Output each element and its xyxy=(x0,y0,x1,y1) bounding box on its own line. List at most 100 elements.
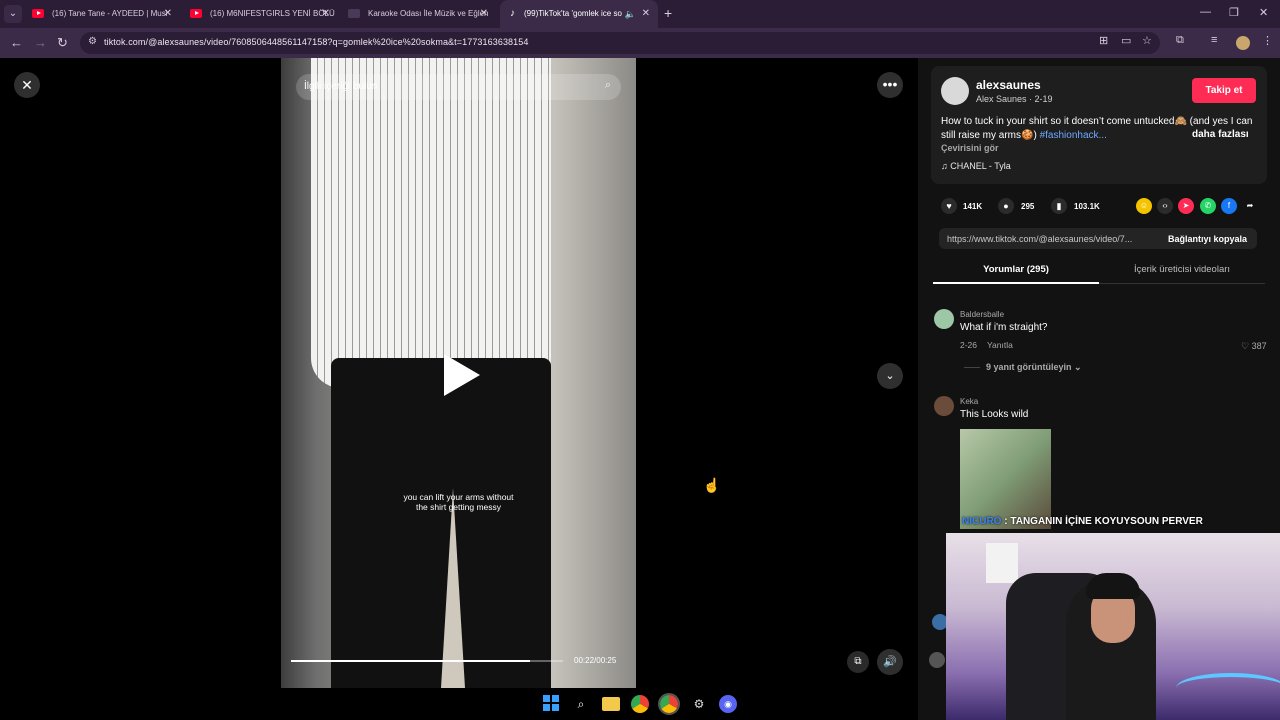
profile-avatar[interactable] xyxy=(1236,36,1250,50)
hashtag-link[interactable]: #fashionhack... xyxy=(1040,130,1107,141)
browser-tab-active[interactable]: ♪ (99)TikTok'ta 'gomlek ice so 🔈 ✕ xyxy=(500,0,658,28)
tab-strip: ⌄ (16) Tane Tane - AYDEED | Musi ✕ (16) … xyxy=(0,0,1280,28)
discord-icon[interactable]: ◉ xyxy=(719,695,737,713)
tab-title: (99)TikTok'ta 'gomlek ice so xyxy=(524,9,622,18)
video-time: 00:22/00:25 xyxy=(574,656,617,665)
gear-icon[interactable]: ⚙ xyxy=(690,695,708,713)
close-icon[interactable]: ✕ xyxy=(14,72,40,98)
webcam-overlay xyxy=(946,533,1280,720)
youtube-icon xyxy=(190,9,202,18)
comment-username[interactable]: Keka xyxy=(960,397,978,406)
share-arrow-icon[interactable]: ➦ xyxy=(1242,198,1258,214)
comment-username[interactable]: Baldersballe xyxy=(960,310,1004,319)
browser-tab[interactable]: (16) M6NIFESTGIRLS YENİ BÖLÜ ✕ xyxy=(180,0,338,28)
chevron-down-icon[interactable]: ⌄ xyxy=(877,363,903,389)
close-tab-icon[interactable]: ✕ xyxy=(164,0,172,28)
avatar[interactable] xyxy=(934,309,954,329)
speaker-icon[interactable]: 🔈 xyxy=(625,0,636,28)
close-tab-icon[interactable]: ✕ xyxy=(480,0,488,28)
site-info-icon[interactable]: ⚙ xyxy=(88,36,97,47)
search-icon[interactable]: ⌕ xyxy=(572,695,590,713)
embed-icon[interactable]: ‹› xyxy=(1157,198,1173,214)
cast-icon[interactable]: ▭ xyxy=(1121,34,1131,47)
tab-creator-videos[interactable]: İçerik üreticisi videoları xyxy=(1099,258,1265,284)
youtube-icon xyxy=(32,9,44,18)
comment-text: What if i'm straight? xyxy=(960,322,1048,333)
windows-start-icon[interactable] xyxy=(543,695,561,713)
chat-text: TANGANIN İÇİNE KOYUYSOUN PERVER xyxy=(1010,516,1203,527)
music-link[interactable]: ♫ CHANEL - Tyla xyxy=(941,161,1011,171)
see-more-button[interactable]: daha fazlası xyxy=(1192,129,1249,140)
chrome-icon[interactable] xyxy=(631,695,649,713)
new-tab-icon[interactable]: + xyxy=(664,5,672,21)
view-replies-button[interactable]: 9 yanıt görüntüleyin ⌄ xyxy=(964,362,1082,373)
stream-chat-message: NICURO : TANGANIN İÇİNE KOYUYSOUN PERVER xyxy=(962,516,1203,527)
picture-in-picture-icon[interactable]: ⧉ xyxy=(847,651,869,673)
chat-username: NICURO xyxy=(962,516,1002,527)
tab-comments[interactable]: Yorumlar (295) xyxy=(933,258,1099,284)
facebook-icon[interactable]: f xyxy=(1221,198,1237,214)
led-light xyxy=(1176,673,1280,703)
close-tab-icon[interactable]: ✕ xyxy=(322,0,330,28)
close-window-icon[interactable]: ✕ xyxy=(1259,6,1268,19)
copy-link-button[interactable]: Bağlantıyı kopyala xyxy=(1168,234,1247,244)
tab-title: (16) Tane Tane - AYDEED | Musi xyxy=(52,9,168,18)
caption-line: you can lift your arms without xyxy=(403,492,514,502)
share-link-box: https://www.tiktok.com/@alexsaunes/video… xyxy=(939,228,1257,249)
wall-poster xyxy=(986,543,1018,583)
site-icon xyxy=(348,9,360,18)
translate-button[interactable]: Çevirisini gör xyxy=(941,143,999,153)
progress-fill xyxy=(291,660,531,662)
caption-line: the shirt getting messy xyxy=(415,502,502,512)
file-explorer-icon[interactable] xyxy=(602,697,620,711)
address-bar-row: ← → ↻ ⚙ tiktok.com/@alexsaunes/video/760… xyxy=(0,28,1280,58)
url-text[interactable]: tiktok.com/@alexsaunes/video/76085064485… xyxy=(104,37,528,47)
comment-like[interactable]: ♡ 387 xyxy=(1241,341,1267,352)
bookmark-star-icon[interactable]: ☆ xyxy=(1142,34,1152,47)
back-icon[interactable]: ← xyxy=(10,35,23,50)
avatar[interactable] xyxy=(934,396,954,416)
author-username[interactable]: alexsaunes xyxy=(976,78,1041,92)
video-frame-shirt xyxy=(311,58,551,388)
video-frame-detail xyxy=(441,488,465,688)
comment-icon[interactable]: ● xyxy=(998,198,1014,214)
related-search-input[interactable]: İlgili içeriği bulun ⌕ xyxy=(296,74,621,100)
send-icon[interactable]: ➤ xyxy=(1178,198,1194,214)
reply-button[interactable]: Yanıtla xyxy=(987,340,1013,350)
omnibox[interactable]: ⚙ tiktok.com/@alexsaunes/video/760850644… xyxy=(80,32,1160,54)
streamer-headphones xyxy=(1086,573,1140,599)
comment-image[interactable] xyxy=(960,429,1051,529)
comment-like-count: 387 xyxy=(1251,341,1267,351)
close-tab-icon[interactable]: ✕ xyxy=(642,0,650,28)
extensions-icon[interactable]: ⧉ xyxy=(1176,34,1184,47)
minimize-icon[interactable]: — xyxy=(1200,6,1211,18)
avatar[interactable] xyxy=(941,77,969,105)
video-caption: you can lift your arms without the shirt… xyxy=(281,492,636,512)
heart-icon[interactable]: ♥ xyxy=(941,198,957,214)
browser-tab[interactable]: Karaoke Odası İle Müzik ve Eğlen ✕ xyxy=(338,0,496,28)
reload-icon[interactable]: ↻ xyxy=(57,35,68,51)
translate-icon[interactable]: ⊞ xyxy=(1099,34,1108,47)
forward-icon[interactable]: → xyxy=(34,35,47,50)
bookmark-icon[interactable]: ▮ xyxy=(1051,198,1067,214)
media-icon[interactable]: ≡ xyxy=(1211,34,1217,46)
follow-button[interactable]: Takip et xyxy=(1192,78,1256,103)
whatsapp-icon[interactable]: ✆ xyxy=(1200,198,1216,214)
tab-search-icon[interactable]: ⌄ xyxy=(4,5,22,23)
volume-icon[interactable]: 🔊 xyxy=(877,649,903,675)
play-icon[interactable] xyxy=(444,354,480,396)
restore-icon[interactable]: ❐ xyxy=(1229,6,1239,19)
video-progress-bar[interactable] xyxy=(291,660,563,662)
likes-count: 141K xyxy=(963,202,983,211)
menu-icon[interactable]: ⋮ xyxy=(1262,34,1273,47)
avatar[interactable] xyxy=(929,652,945,668)
author-subline: Alex Saunes · 2-19 xyxy=(976,94,1053,104)
browser-tab[interactable]: (16) Tane Tane - AYDEED | Musi ✕ xyxy=(22,0,180,28)
share-link-text: https://www.tiktok.com/@alexsaunes/video… xyxy=(947,234,1133,244)
heart-outline-icon[interactable]: ♡ xyxy=(1241,341,1249,351)
more-options-icon[interactable]: ••• xyxy=(877,72,903,98)
chrome-active-icon[interactable] xyxy=(658,693,680,715)
saves-count: 103.1K xyxy=(1074,202,1100,211)
search-icon[interactable]: ⌕ xyxy=(605,79,611,92)
repost-icon[interactable]: ☺ xyxy=(1136,198,1152,214)
